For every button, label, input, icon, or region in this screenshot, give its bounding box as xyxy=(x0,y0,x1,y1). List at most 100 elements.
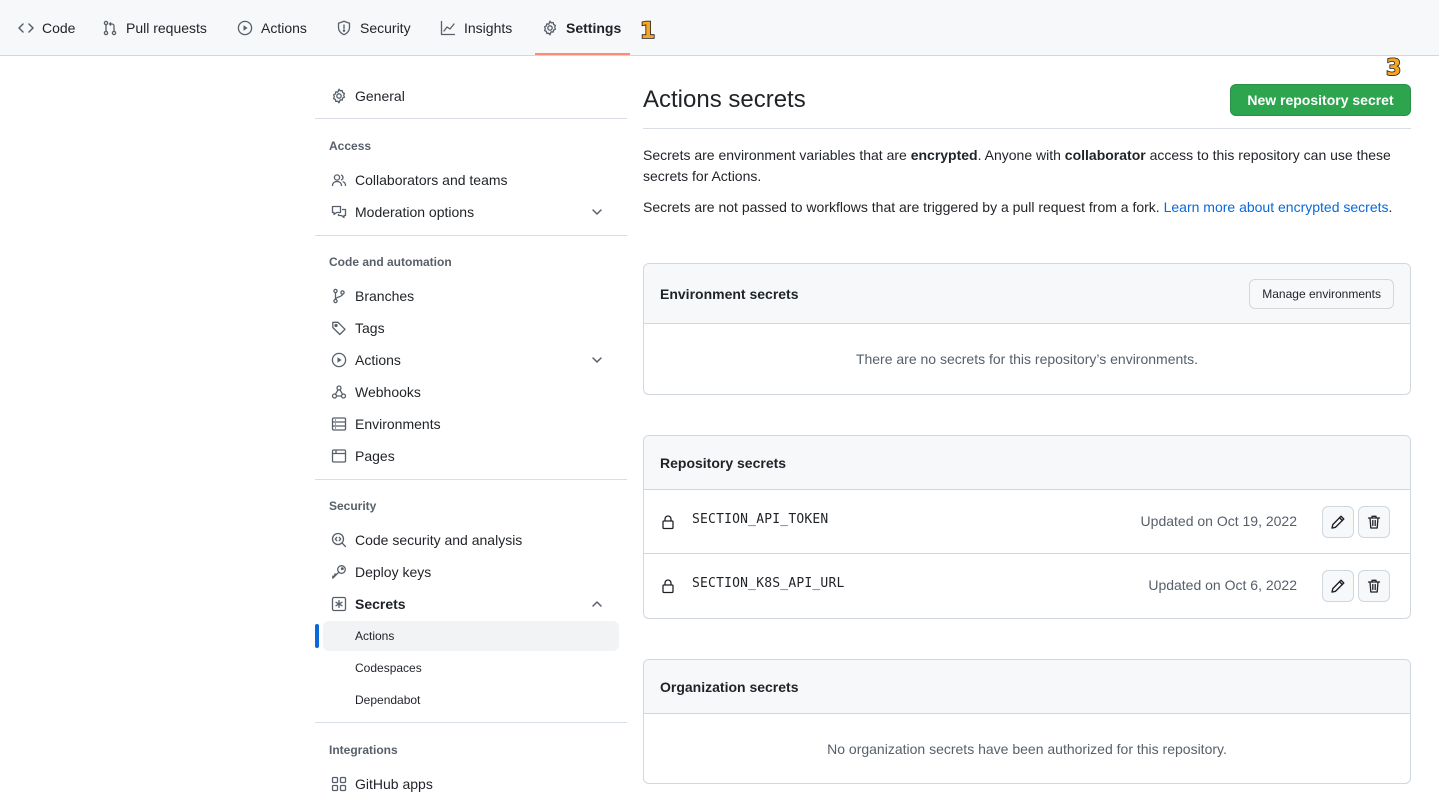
annotation-1: 1 xyxy=(639,19,656,44)
learn-more-link[interactable]: Learn more about encrypted secrets xyxy=(1164,199,1389,215)
sidebar-item-label: Secrets xyxy=(355,596,406,612)
secret-name: SECTION_K8S_API_URL xyxy=(692,576,845,591)
browser-icon xyxy=(331,449,347,463)
edit-secret-button[interactable] xyxy=(1322,570,1354,602)
chevron-down-icon[interactable] xyxy=(589,352,605,368)
sidebar-item-webhooks[interactable]: Webhooks xyxy=(323,376,619,408)
sidebar-item-deploy-keys[interactable]: Deploy keys xyxy=(323,556,619,588)
sidebar-item-github-apps[interactable]: GitHub apps xyxy=(323,768,619,800)
empty-state-text: There are no secrets for this repository… xyxy=(855,351,1199,367)
tab-label: Settings xyxy=(566,20,622,36)
shield-icon xyxy=(337,20,351,36)
sidebar-item-label: Collaborators and teams xyxy=(355,172,508,188)
sidebar-item-label: Actions xyxy=(355,629,395,643)
secret-row: SECTION_K8S_API_URL Updated on Oct 6, 20… xyxy=(644,554,1410,618)
sidebar-item-pages[interactable]: Pages xyxy=(323,440,619,472)
sidebar-subitem-codespaces[interactable]: Codespaces xyxy=(323,653,619,683)
box-title: Environment secrets xyxy=(660,285,799,302)
sidebar-heading-code-automation: Code and automation xyxy=(329,255,452,269)
sidebar-item-label: Dependabot xyxy=(355,693,421,707)
sidebar-heading-access: Access xyxy=(329,139,372,153)
secret-name: SECTION_API_TOKEN xyxy=(692,512,829,527)
intro-paragraph-2: Secrets are not passed to workflows that… xyxy=(643,197,1403,218)
tab-security[interactable]: Security xyxy=(336,0,411,56)
secret-row: SECTION_API_TOKEN Updated on Oct 19, 202… xyxy=(644,490,1410,554)
apps-icon xyxy=(331,776,347,792)
new-repository-secret-button[interactable]: New repository secret xyxy=(1230,84,1411,116)
intro-bold-encrypted: encrypted xyxy=(910,147,978,163)
people-icon xyxy=(331,174,347,187)
sidebar-item-label: GitHub apps xyxy=(355,776,433,792)
box-title: Repository secrets xyxy=(660,454,787,471)
sidebar-subitem-dependabot[interactable]: Dependabot xyxy=(323,685,619,715)
webhook-icon xyxy=(331,385,347,399)
tab-label: Pull requests xyxy=(126,20,207,36)
chevron-down-icon[interactable] xyxy=(589,204,605,220)
sidebar-divider xyxy=(315,722,627,723)
intro-text: . Anyone with xyxy=(977,147,1065,163)
empty-state-text: No organization secrets have been author… xyxy=(827,741,1227,757)
trash-icon xyxy=(1367,515,1381,529)
sidebar-item-code-security[interactable]: Code security and analysis xyxy=(323,524,619,556)
intro-text: Secrets are not passed to workflows that… xyxy=(643,199,1164,215)
pencil-icon xyxy=(1331,579,1345,593)
tab-label: Insights xyxy=(464,20,513,36)
edit-secret-button[interactable] xyxy=(1322,506,1354,538)
tab-actions[interactable]: Actions xyxy=(237,0,307,56)
organization-secrets-box: Organization secrets No organization sec… xyxy=(643,659,1411,784)
sidebar-divider xyxy=(315,479,627,480)
chevron-up-icon[interactable] xyxy=(589,596,605,612)
tab-label: Code xyxy=(42,20,76,36)
code-icon xyxy=(18,23,34,33)
trash-icon xyxy=(1367,579,1381,593)
settings-sidebar: General Access Collaborators and teams M… xyxy=(315,56,627,805)
tab-label: Actions xyxy=(261,20,307,36)
sidebar-item-moderation[interactable]: Moderation options xyxy=(323,196,619,228)
tab-pull-requests[interactable]: Pull requests xyxy=(102,0,207,56)
environment-secrets-header: Environment secrets Manage environments xyxy=(644,264,1410,324)
sidebar-heading-security: Security xyxy=(329,499,377,513)
repository-secrets-header: Repository secrets xyxy=(644,436,1410,490)
sidebar-item-collaborators[interactable]: Collaborators and teams xyxy=(323,164,619,196)
delete-secret-button[interactable] xyxy=(1358,506,1390,538)
delete-secret-button[interactable] xyxy=(1358,570,1390,602)
selected-tab-indicator xyxy=(535,53,630,55)
comment-discussion-icon xyxy=(331,205,347,219)
tag-icon xyxy=(332,321,346,336)
sidebar-item-label: Branches xyxy=(355,288,415,304)
tab-insights[interactable]: Insights xyxy=(440,0,512,56)
graph-icon xyxy=(440,20,456,36)
sidebar-item-general[interactable]: General xyxy=(323,80,619,112)
sidebar-divider xyxy=(315,235,627,236)
codescan-icon xyxy=(331,532,347,548)
sidebar-item-label: Tags xyxy=(355,320,385,336)
secret-updated: Updated on Oct 19, 2022 xyxy=(1140,513,1297,529)
organization-secrets-header: Organization secrets xyxy=(644,660,1410,714)
tab-code[interactable]: Code xyxy=(18,0,75,56)
sidebar-item-branches[interactable]: Branches xyxy=(323,280,619,312)
sidebar-item-tags[interactable]: Tags xyxy=(323,312,619,344)
intro-text: Secrets are environment variables that a… xyxy=(643,147,911,163)
play-icon xyxy=(237,20,253,36)
sidebar-subitem-actions[interactable]: Actions xyxy=(323,621,619,651)
sidebar-item-label: Environments xyxy=(355,416,441,432)
pencil-icon xyxy=(1331,515,1345,529)
active-item-indicator xyxy=(315,624,319,648)
repo-nav: Code Pull requests Actions Security Insi… xyxy=(0,0,1439,56)
gear-icon xyxy=(332,88,346,104)
secret-updated: Updated on Oct 6, 2022 xyxy=(1148,577,1297,593)
sidebar-item-label: Pages xyxy=(355,448,395,464)
sidebar-item-actions[interactable]: Actions xyxy=(323,344,619,376)
lock-icon xyxy=(662,515,674,530)
sidebar-divider xyxy=(315,118,627,119)
sidebar-item-secrets[interactable]: Secrets xyxy=(323,588,619,620)
sidebar-item-label: Codespaces xyxy=(355,661,422,675)
title-divider xyxy=(643,128,1411,129)
page-title: Actions secrets xyxy=(643,86,806,113)
tab-settings[interactable]: Settings xyxy=(542,0,621,56)
sidebar-item-label: Deploy keys xyxy=(355,564,432,580)
sidebar-item-label: Webhooks xyxy=(355,384,421,400)
manage-environments-button[interactable]: Manage environments xyxy=(1249,279,1394,309)
intro-bold-collaborator: collaborator xyxy=(1064,147,1146,163)
sidebar-item-environments[interactable]: Environments xyxy=(323,408,619,440)
